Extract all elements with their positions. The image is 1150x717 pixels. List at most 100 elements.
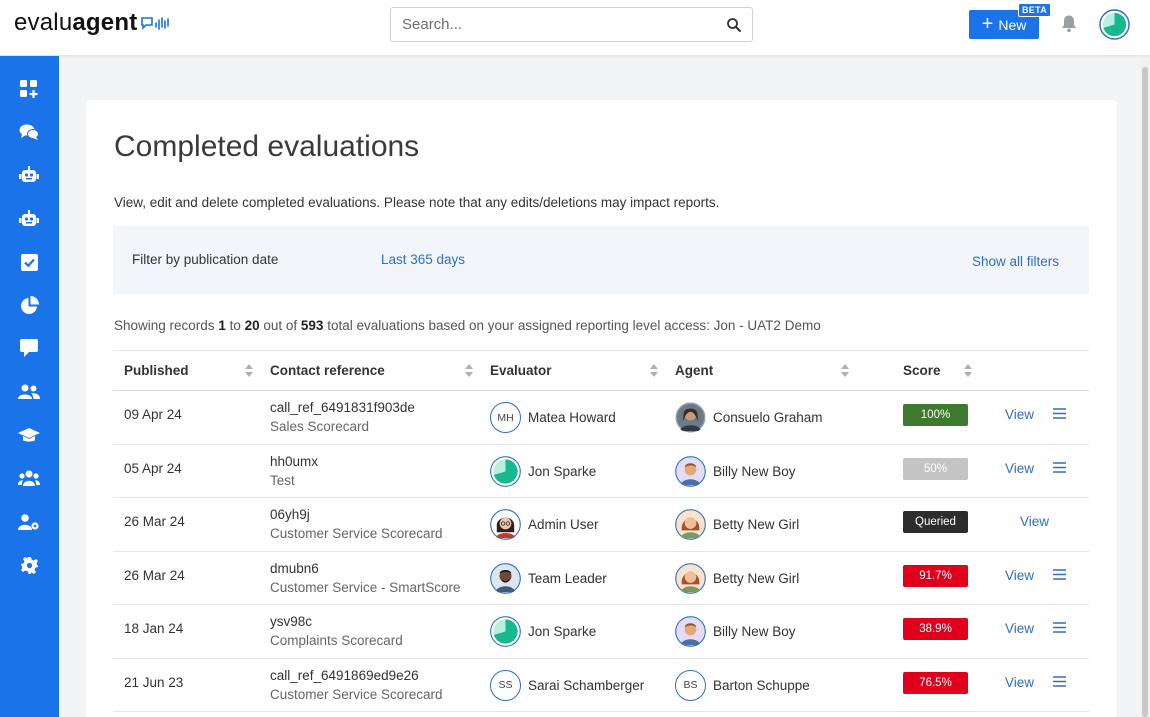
evaluator-name: Sarai Schamberger xyxy=(528,677,645,693)
agent-name: Barton Schuppe xyxy=(713,677,810,693)
table-row: 21 Jun 23 call_ref_6491869ed9e26 Custome… xyxy=(113,659,1089,712)
scorecard-name: Test xyxy=(270,472,295,488)
checkbox-icon[interactable] xyxy=(18,251,40,273)
chat-bubbles-icon[interactable] xyxy=(18,121,40,143)
published-date: 05 Apr 24 xyxy=(124,460,182,476)
evaluator-avatar xyxy=(490,455,521,487)
table-row: 09 Apr 24 call_ref_6491831f903de Sales S… xyxy=(113,391,1089,445)
scorecard-name: Customer Service Scorecard xyxy=(270,526,443,541)
sort-icon[interactable] xyxy=(964,364,972,377)
view-link[interactable]: View xyxy=(1005,407,1034,422)
main-card: Completed evaluations View, edit and del… xyxy=(86,100,1117,717)
column-header-score[interactable]: Score xyxy=(903,363,941,378)
team-icon[interactable] xyxy=(18,467,40,489)
score-badge: 76.5% xyxy=(903,671,968,694)
agent-avatar xyxy=(675,509,706,540)
settings-gear-icon[interactable] xyxy=(18,554,40,576)
show-all-filters-link[interactable]: Show all filters xyxy=(972,254,1059,269)
evaluator-avatar xyxy=(490,616,521,647)
records-summary: Showing records 1 to 20 out of 593 total… xyxy=(114,318,821,333)
contact-reference: call_ref_6491869ed9e26 xyxy=(270,667,419,683)
contact-reference: hh0umx xyxy=(270,453,319,469)
published-date: 18 Jan 24 xyxy=(124,621,184,636)
beta-badge: BETA xyxy=(1018,3,1052,17)
scorecard-name: Customer Service Scorecard xyxy=(270,686,443,702)
published-date: 26 Mar 24 xyxy=(124,567,185,583)
logo-text-bold: agent xyxy=(72,9,138,36)
summary-to-word: to xyxy=(225,318,245,333)
agent-name: Betty New Girl xyxy=(713,517,800,532)
evaluator-name: Admin User xyxy=(528,517,599,532)
column-header-agent[interactable]: Agent xyxy=(675,363,713,378)
evaluations-table: Published Contact reference Evaluator Ag… xyxy=(113,350,1089,712)
sort-icon[interactable] xyxy=(245,364,253,377)
view-link[interactable]: View xyxy=(1005,675,1034,690)
evaluator-avatar xyxy=(490,562,521,594)
agent-avatar xyxy=(675,455,706,487)
pie-chart-icon[interactable] xyxy=(18,294,40,316)
table-row: 26 Mar 24 dmubn6 Customer Service - Smar… xyxy=(113,552,1089,605)
app-logo[interactable]: evalu agent xyxy=(14,9,170,37)
table-header: Published Contact reference Evaluator Ag… xyxy=(113,350,1089,391)
agent-avatar: BS xyxy=(675,669,706,701)
sort-icon[interactable] xyxy=(465,364,473,377)
column-header-published[interactable]: Published xyxy=(124,363,189,378)
hamburger-menu-icon[interactable] xyxy=(1053,568,1066,580)
agent-avatar xyxy=(675,402,706,433)
score-badge: 38.9% xyxy=(903,618,968,640)
evaluator-avatar: SS xyxy=(490,669,521,701)
robot-alt-icon[interactable] xyxy=(18,208,40,230)
evaluator-name: Matea Howard xyxy=(528,410,616,425)
message-icon[interactable] xyxy=(18,337,40,359)
search-input[interactable] xyxy=(391,8,711,41)
notification-bell-icon[interactable] xyxy=(1060,14,1078,33)
search-icon[interactable] xyxy=(726,17,742,33)
plus-icon: + xyxy=(981,12,994,35)
agent-name: Consuelo Graham xyxy=(713,410,823,425)
logo-text-light: evalu xyxy=(14,9,73,36)
view-link[interactable]: View xyxy=(1005,568,1034,583)
graduation-cap-icon[interactable] xyxy=(18,424,40,446)
evaluator-name: Jon Sparke xyxy=(528,463,597,479)
view-link[interactable]: View xyxy=(1005,621,1034,636)
column-header-evaluator[interactable]: Evaluator xyxy=(490,363,552,378)
hamburger-menu-icon[interactable] xyxy=(1053,622,1066,633)
view-link[interactable]: View xyxy=(1020,514,1049,529)
agent-avatar xyxy=(675,562,706,594)
dashboard-add-icon[interactable] xyxy=(18,78,40,100)
summary-suffix: total evaluations based on your assigned… xyxy=(323,318,821,333)
contact-reference: call_ref_6491831f903de xyxy=(270,400,415,415)
user-avatar[interactable] xyxy=(1099,9,1130,40)
sort-icon[interactable] xyxy=(650,364,658,377)
agent-avatar xyxy=(675,616,706,647)
evaluator-name: Team Leader xyxy=(528,570,607,586)
table-row: 26 Mar 24 06yh9j Customer Service Scorec… xyxy=(113,498,1089,552)
hamburger-menu-icon[interactable] xyxy=(1053,675,1066,687)
top-bar: evaluagent + New BETA xyxy=(0,0,1150,56)
user-settings-icon[interactable] xyxy=(18,511,40,533)
published-date: 21 Jun 23 xyxy=(124,674,184,690)
filter-panel: Filter by publication date Last 365 days… xyxy=(113,226,1089,294)
hamburger-menu-icon[interactable] xyxy=(1053,461,1066,473)
agent-name: Betty New Girl xyxy=(713,570,800,586)
score-badge: 50% xyxy=(903,457,968,480)
summary-total: 593 xyxy=(300,318,324,333)
search-box xyxy=(390,7,753,42)
summary-to: 20 xyxy=(244,318,260,333)
new-button-label: New xyxy=(998,16,1027,33)
summary-from: 1 xyxy=(218,318,226,333)
evaluator-avatar: MH xyxy=(490,402,521,433)
column-header-contact-reference[interactable]: Contact reference xyxy=(270,363,385,378)
view-link[interactable]: View xyxy=(1005,461,1034,476)
filter-date-value-link[interactable]: Last 365 days xyxy=(381,252,465,267)
score-badge: 91.7% xyxy=(903,564,968,587)
scrollbar-thumb[interactable] xyxy=(1142,67,1148,717)
scrollbar[interactable] xyxy=(1140,57,1150,717)
users-icon[interactable] xyxy=(18,381,40,403)
sort-icon[interactable] xyxy=(841,364,849,377)
hamburger-menu-icon[interactable] xyxy=(1053,408,1066,419)
summary-prefix: Showing records xyxy=(114,318,219,333)
robot-icon[interactable] xyxy=(18,164,40,186)
table-row: 18 Jan 24 ysv98c Complaints Scorecard Jo… xyxy=(113,605,1089,659)
summary-outof: out of xyxy=(259,318,301,333)
